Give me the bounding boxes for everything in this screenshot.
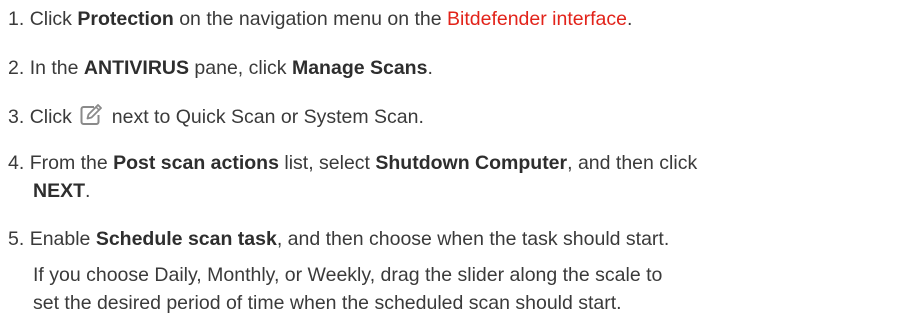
step-4: 4. From the Post scan actions list, sele… [8,150,904,176]
step-number: 3. [8,106,25,128]
step-text: In the [29,57,84,79]
step-text: . [85,180,91,202]
step-text: on the navigation menu on the [173,8,447,30]
post-scan-actions-label: Post scan actions [113,152,279,174]
step-text: . [626,8,633,30]
step-text: , and then choose when the task should s… [276,228,670,250]
protection-label: Protection [77,8,174,30]
step-2: 2. In the ANTIVIRUS pane, click Manage S… [8,55,904,81]
step-text: From the [29,152,114,174]
next-label: NEXT [33,180,86,202]
step-number: 1. [8,8,25,30]
step-4-continuation: NEXT. [33,178,904,204]
step-text: , and then click [567,152,698,174]
shutdown-computer-label: Shutdown Computer [375,152,568,174]
step-5: 5. Enable Schedule scan task, and then c… [8,226,904,252]
schedule-scan-task-label: Schedule scan task [95,228,277,250]
step-text: pane, click [189,57,292,79]
bitdefender-interface-link[interactable]: Bitdefender interface [447,8,627,30]
manage-scans-label: Manage Scans [291,57,428,79]
step-text: list, select [278,152,376,174]
step-text: Click [29,106,78,128]
step-text: Click [29,8,78,30]
note-line-1: If you choose Daily, Monthly, or Weekly,… [33,264,663,286]
step-3: 3. Click next to Quick Scan or System Sc… [8,104,904,130]
edit-icon [79,104,103,126]
step-text: Enable [29,228,96,250]
step-text: . [427,57,433,79]
step-text: next to Quick Scan or System Scan. [106,106,424,128]
step-number: 2. [8,57,25,79]
antivirus-label: ANTIVIRUS [83,57,189,79]
instructions-document: 1. Click Protection on the navigation me… [0,0,910,334]
step-1: 1. Click Protection on the navigation me… [8,6,904,32]
note-line-2: set the desired period of time when the … [33,292,622,314]
step-number: 5. [8,228,25,250]
step-number: 4. [8,152,25,174]
schedule-note: If you choose Daily, Monthly, or Weekly,… [33,261,904,317]
